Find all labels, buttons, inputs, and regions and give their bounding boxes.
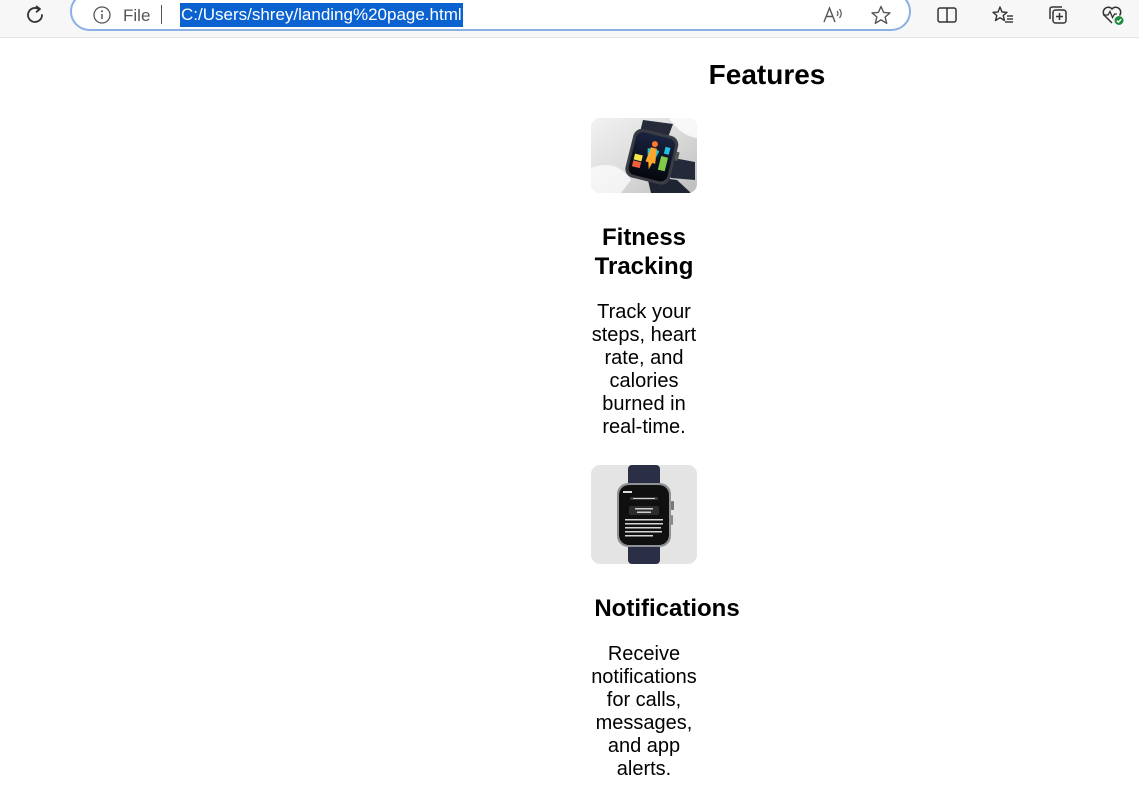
heart-pulse-icon: [1102, 6, 1124, 25]
split-screen-button[interactable]: [929, 0, 965, 30]
collections-icon: [1049, 6, 1067, 24]
fitness-tracking-image: [591, 118, 697, 193]
smartwatch-fitness-illustration: [591, 118, 697, 193]
feature-title-fitness-tracking: Fitness Tracking: [594, 224, 694, 280]
favorite-star-icon[interactable]: [870, 5, 892, 25]
favorites-list-icon: [992, 6, 1013, 23]
address-bar[interactable]: File C:/Users/shrey/landing%20page.html: [70, 0, 911, 31]
split-screen-icon: [937, 7, 957, 23]
browser-essentials-button[interactable]: [1095, 0, 1131, 30]
smartwatch-notifications-illustration: [591, 465, 697, 564]
read-aloud-icon[interactable]: [822, 5, 844, 25]
browser-toolbar: File C:/Users/shrey/landing%20page.html: [0, 0, 1139, 38]
feature-description-notifications: Receive notifications for calls, message…: [591, 643, 697, 780]
feature-description-fitness-tracking: Track your steps, heart rate, and calori…: [591, 301, 697, 438]
refresh-icon: [27, 5, 43, 23]
favorites-button[interactable]: [985, 0, 1021, 30]
feature-title-notifications: Notifications: [594, 595, 740, 622]
collections-button[interactable]: [1040, 0, 1076, 30]
refresh-button[interactable]: [17, 0, 53, 30]
features-heading: Features: [708, 59, 826, 90]
notifications-image: [591, 465, 697, 564]
address-divider: [161, 5, 162, 24]
info-icon[interactable]: [93, 6, 111, 24]
url-text[interactable]: C:/Users/shrey/landing%20page.html: [180, 3, 463, 27]
scheme-label: File: [123, 6, 151, 25]
